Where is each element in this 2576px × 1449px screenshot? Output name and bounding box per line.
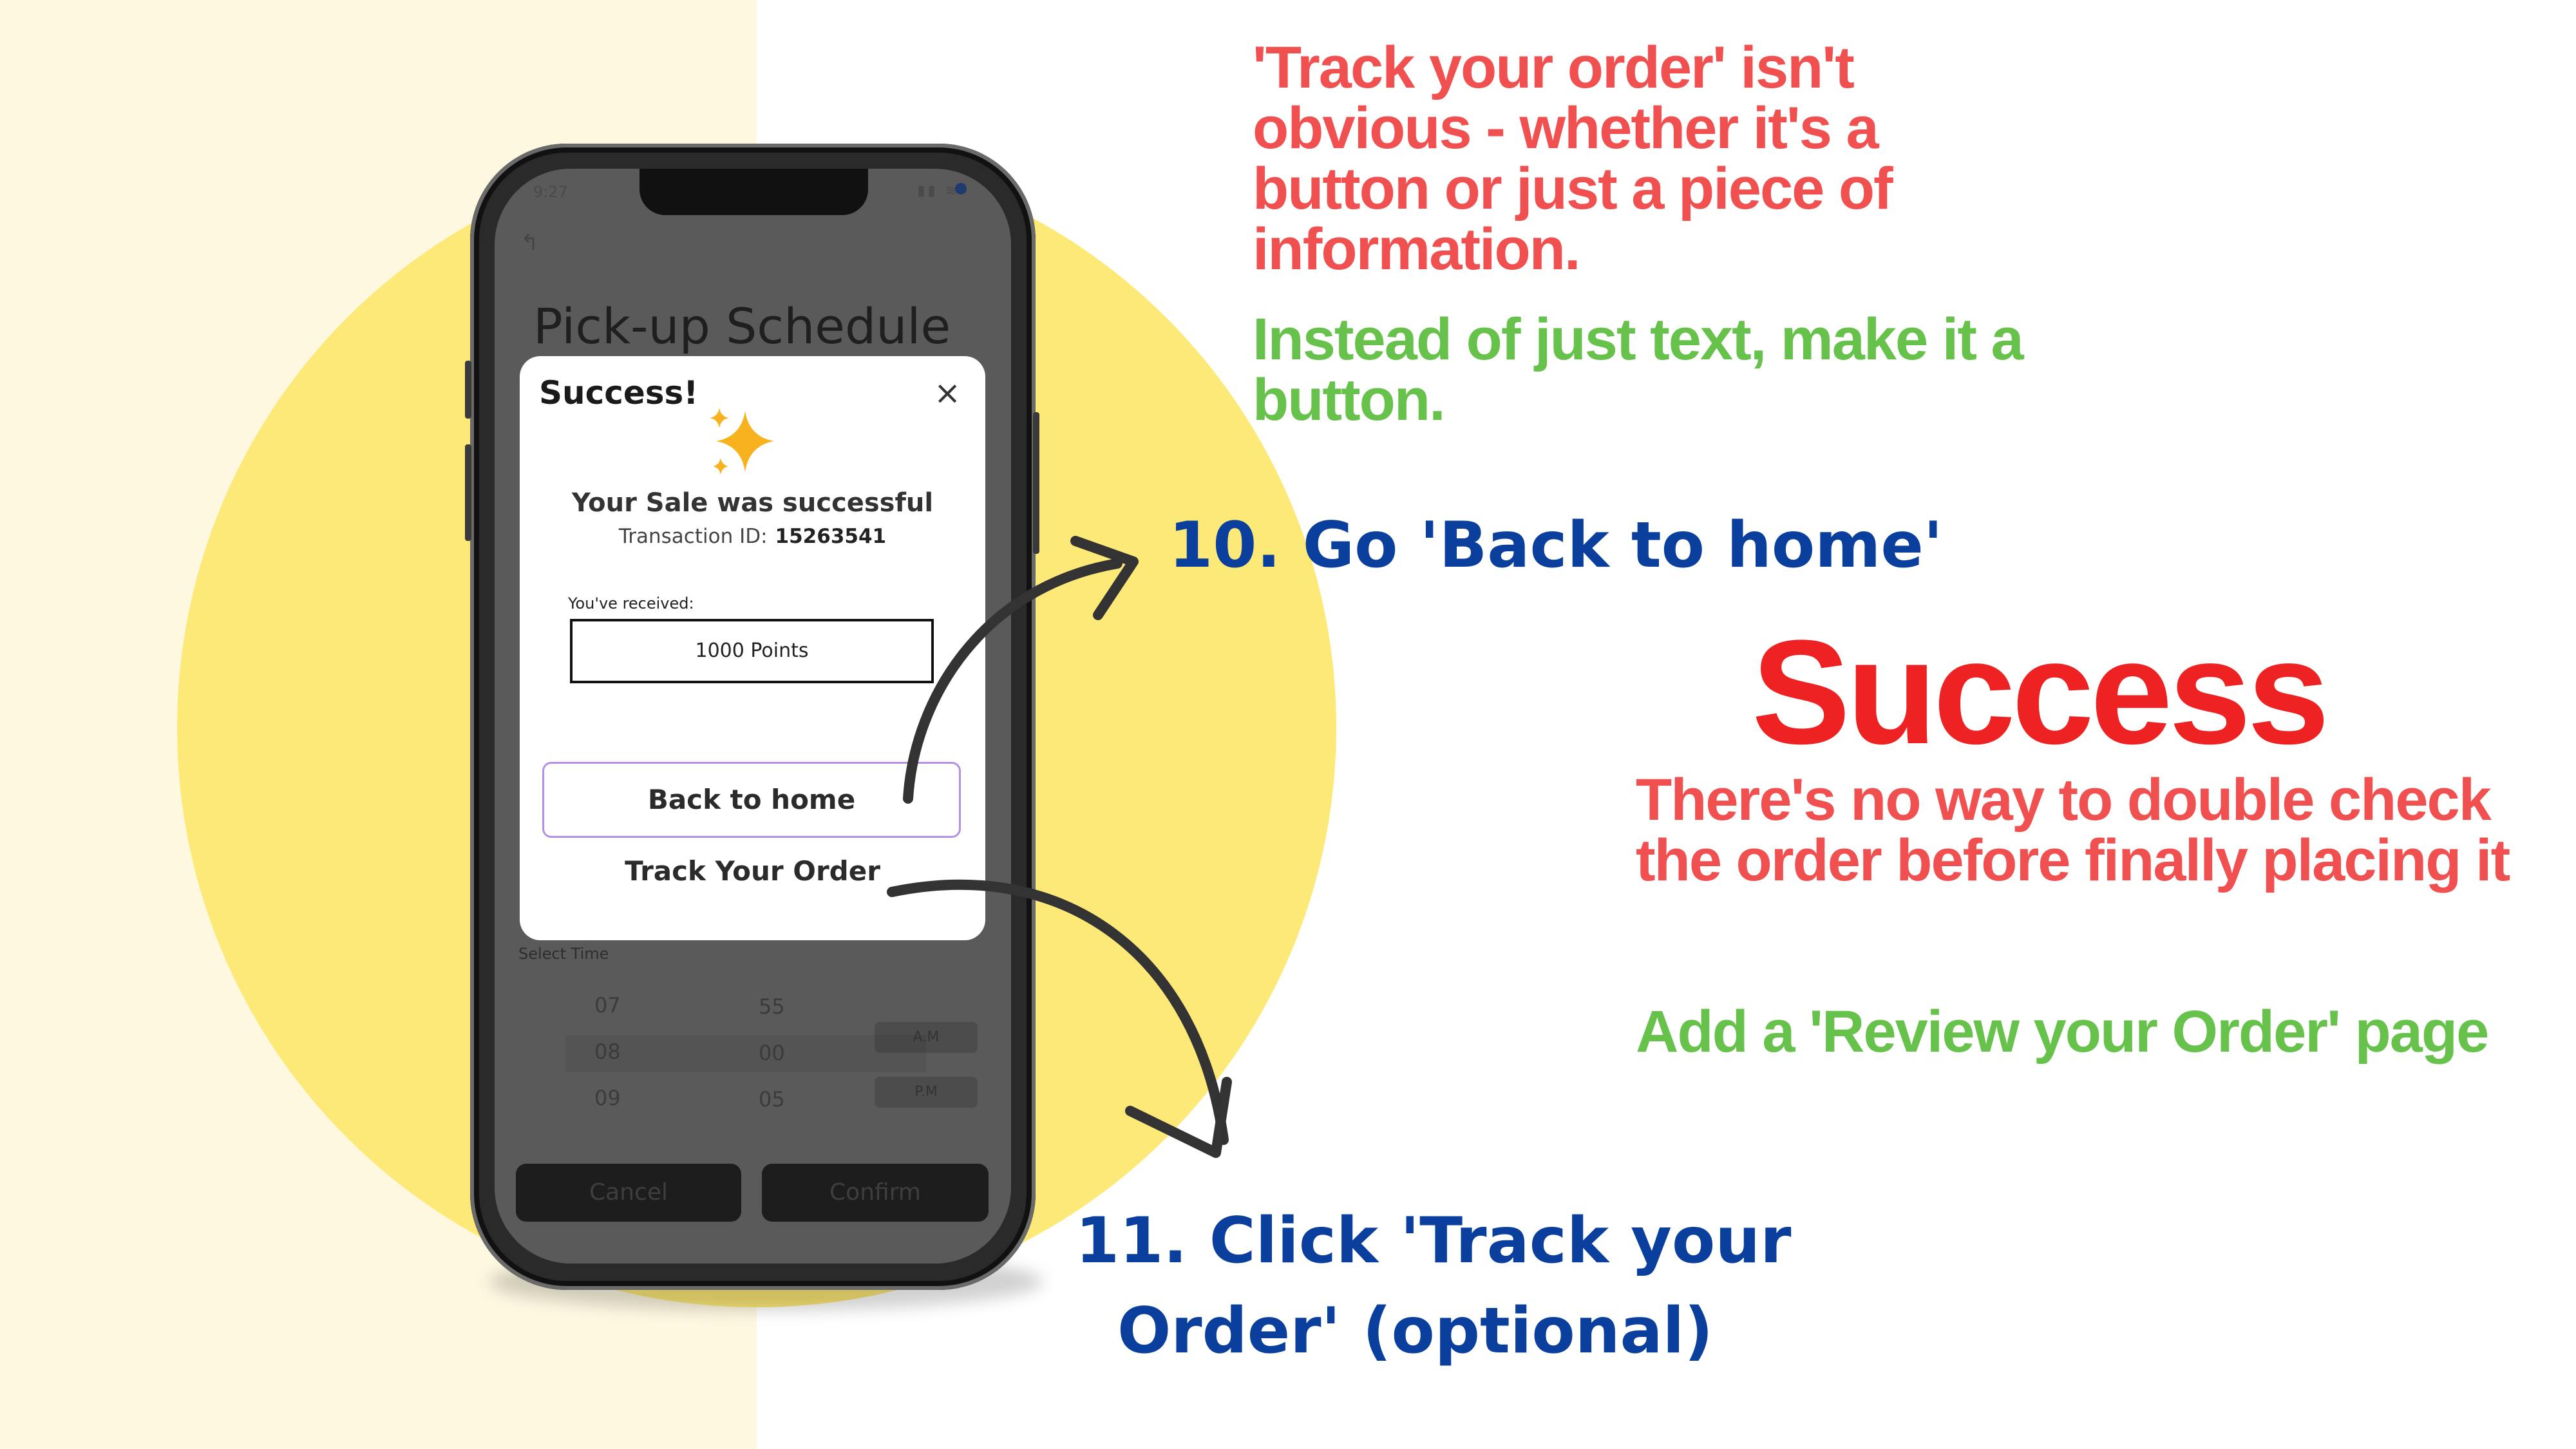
- step-11-label-line1: 11. Click 'Track your: [1075, 1204, 1792, 1278]
- select-time-label: Select Time: [518, 945, 609, 963]
- transaction-label: Transaction ID:: [618, 525, 768, 548]
- pm-toggle[interactable]: P.M: [875, 1077, 978, 1108]
- note-review-order-page: Add a 'Review your Order' page: [1636, 999, 2489, 1065]
- back-arrow-icon[interactable]: ↰: [520, 230, 539, 256]
- modal-title: Success!: [539, 374, 699, 412]
- minute-option[interactable]: 00: [759, 1041, 785, 1065]
- note-no-double-check: There's no way to double check the order…: [1636, 767, 2510, 893]
- signal-wifi-battery-icon: ▮▮ ≋: [917, 183, 960, 199]
- success-heading: Success: [1752, 609, 2329, 775]
- track-order-link[interactable]: Track Your Order: [520, 855, 985, 887]
- screen-title: Pick-up Schedule: [533, 298, 951, 355]
- received-label: You've received:: [568, 594, 694, 612]
- close-icon[interactable]: ×: [934, 374, 961, 412]
- sale-success-message: Your Sale was successful: [571, 488, 934, 518]
- hour-option[interactable]: 08: [594, 1039, 621, 1064]
- phone-volume-button: [465, 444, 471, 541]
- success-modal: Success! × Your Sale was successful Tran…: [520, 356, 985, 940]
- back-to-home-button[interactable]: Back to home: [542, 762, 961, 838]
- transaction-line: Transaction ID: 15263541: [520, 525, 985, 548]
- sparkles-icon: [710, 408, 774, 475]
- step-10-label: 10. Go 'Back to home': [1169, 509, 1943, 582]
- status-time: 9:27: [533, 183, 568, 201]
- points-display: 1000 Points: [570, 619, 934, 683]
- note-track-order-unclear: 'Track your order' isn't obvious - wheth…: [1253, 35, 1893, 282]
- phone-side-button: [465, 361, 471, 419]
- transaction-id: 15263541: [775, 525, 887, 548]
- confirm-button[interactable]: Confirm: [762, 1164, 989, 1222]
- phone-notch: [639, 169, 967, 215]
- am-toggle[interactable]: A.M: [875, 1022, 978, 1053]
- hour-option[interactable]: 09: [594, 1086, 621, 1110]
- cancel-button[interactable]: Cancel: [516, 1164, 741, 1222]
- note-make-button: Instead of just text, make it a button.: [1253, 307, 2024, 433]
- step-11-label-line2: Order' (optional): [1117, 1294, 1714, 1368]
- phone-power-button: [1033, 412, 1039, 554]
- hour-option[interactable]: 07: [594, 993, 621, 1018]
- minute-option[interactable]: 55: [759, 994, 785, 1019]
- minute-option[interactable]: 05: [759, 1087, 785, 1112]
